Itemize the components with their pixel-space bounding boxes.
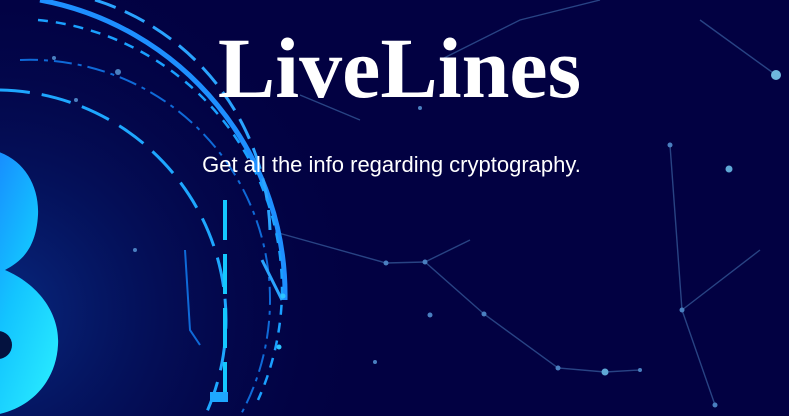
page-subtitle: Get all the info regarding cryptography.	[202, 152, 581, 177]
hero-banner: LiveLines Get all the info regarding cry…	[0, 0, 789, 416]
page-title: LiveLines	[217, 20, 582, 116]
